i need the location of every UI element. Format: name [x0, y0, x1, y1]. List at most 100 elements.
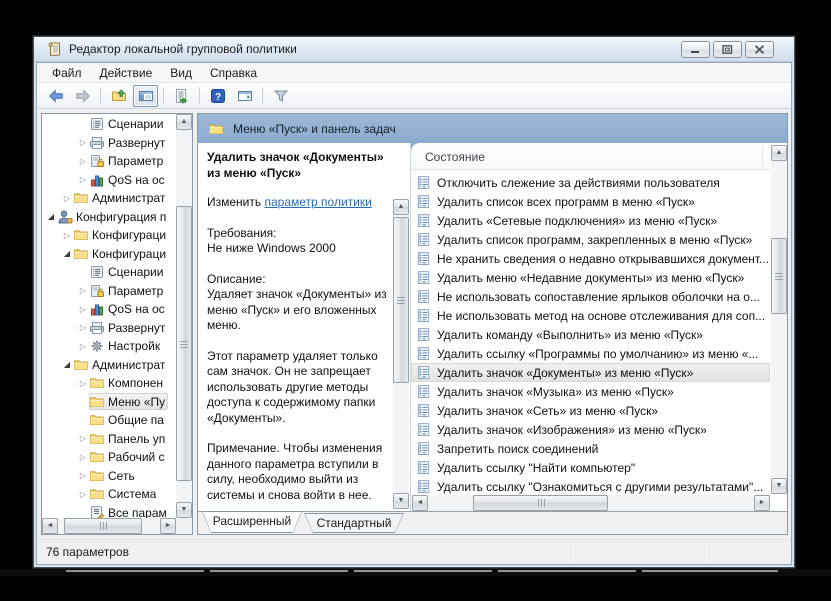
- policy-row[interactable]: Не использовать метод на основе отслежив…: [411, 306, 770, 325]
- scroll-left-icon[interactable]: ◄: [42, 518, 58, 534]
- column-divider[interactable]: [762, 147, 763, 167]
- policy-row[interactable]: Удалить ссылку "Найти компьютер": [411, 458, 770, 477]
- minimize-button[interactable]: [681, 41, 710, 58]
- scroll-up-icon[interactable]: ▲: [771, 145, 787, 161]
- tree-scrollbar-thumb-h[interactable]: [64, 518, 142, 534]
- tree-item[interactable]: Общие па: [42, 411, 176, 430]
- scroll-right-icon[interactable]: ►: [754, 495, 770, 511]
- expander-icon[interactable]: ▷: [77, 175, 89, 184]
- expander-icon[interactable]: ◢: [61, 249, 73, 258]
- expander-icon[interactable]: ▷: [77, 379, 89, 388]
- maximize-button[interactable]: [713, 41, 742, 58]
- policy-row[interactable]: Удалить ссылку "Ознакомиться с другими р…: [411, 477, 770, 496]
- column-header-state[interactable]: Состояние: [411, 145, 770, 170]
- scroll-left-icon[interactable]: ◄: [412, 495, 428, 511]
- policy-row[interactable]: Удалить ссылку «Программы по умолчанию» …: [411, 344, 770, 363]
- up-one-level-button[interactable]: [106, 85, 131, 107]
- expander-icon[interactable]: ▷: [61, 194, 73, 203]
- tab-standard[interactable]: Стандартный: [304, 513, 404, 533]
- scroll-up-icon[interactable]: ▲: [393, 199, 409, 215]
- expander-icon[interactable]: ▷: [77, 471, 89, 480]
- tree-horizontal-scrollbar[interactable]: ◄ ►: [42, 518, 176, 534]
- tree-item[interactable]: ▷ Параметр: [42, 152, 176, 171]
- menu-item[interactable]: Вид: [161, 64, 201, 82]
- show-console-tree-button[interactable]: [133, 84, 158, 107]
- expander-icon[interactable]: ▷: [77, 157, 89, 166]
- menu-item[interactable]: Файл: [43, 64, 91, 82]
- policy-row[interactable]: Отключить слежение за действиями пользов…: [411, 173, 770, 192]
- scroll-down-icon[interactable]: ▼: [176, 502, 192, 518]
- policy-row[interactable]: Удалить меню «Недавние документы» из мен…: [411, 268, 770, 287]
- tree-item[interactable]: ▷ Администрат: [42, 189, 176, 208]
- expander-icon[interactable]: ▷: [61, 231, 73, 240]
- tree-item[interactable]: ▷ Конфигураци: [42, 226, 176, 245]
- tree-item[interactable]: ▷ Настройк: [42, 337, 176, 356]
- policy-row[interactable]: Не хранить сведения о недавно открывавши…: [411, 249, 770, 268]
- filter-button[interactable]: [268, 85, 293, 107]
- export-list-button[interactable]: [169, 85, 194, 107]
- close-button[interactable]: [745, 41, 774, 58]
- list-scrollbar-thumb-h[interactable]: [473, 495, 608, 511]
- policy-row[interactable]: Удалить значок «Документы» из меню «Пуск…: [411, 363, 770, 382]
- policy-row[interactable]: Удалить список программ, закрепленных в …: [411, 230, 770, 249]
- description-vertical-scrollbar[interactable]: ▲ ▼: [393, 199, 409, 509]
- list-horizontal-scrollbar[interactable]: ◄ ►: [412, 495, 770, 511]
- tree-item[interactable]: ▷ Параметр: [42, 282, 176, 301]
- expander-icon[interactable]: ◢: [61, 360, 73, 369]
- expander-icon[interactable]: ▷: [77, 490, 89, 499]
- tree-item-label: Параметр: [108, 154, 164, 169]
- menu-item[interactable]: Действие: [91, 64, 162, 82]
- tree-item[interactable]: ▷ Компонен: [42, 374, 176, 393]
- policy-row[interactable]: Удалить значок «Сеть» из меню «Пуск»: [411, 401, 770, 420]
- tree-item[interactable]: ▷ Панель уп: [42, 430, 176, 449]
- expander-icon[interactable]: ◢: [45, 212, 57, 221]
- expander-icon[interactable]: ▷: [77, 138, 89, 147]
- menu-item[interactable]: Справка: [201, 64, 266, 82]
- list-vertical-scrollbar[interactable]: ▲ ▼: [771, 145, 787, 494]
- forward-button[interactable]: [70, 85, 95, 107]
- policy-row[interactable]: Удалить «Сетевые подключения» из меню «П…: [411, 211, 770, 230]
- title-bar[interactable]: Редактор локальной групповой политики: [34, 37, 794, 62]
- tree-item[interactable]: Все парам: [42, 504, 176, 518]
- expander-icon[interactable]: ▷: [77, 305, 89, 314]
- policy-row[interactable]: Запретить поиск соединений: [411, 439, 770, 458]
- policy-row[interactable]: Удалить значок «Изображения» из меню «Пу…: [411, 420, 770, 439]
- policy-row[interactable]: Удалить значок «Музыка» из меню «Пуск»: [411, 382, 770, 401]
- tree-scrollbar-thumb[interactable]: [176, 206, 192, 481]
- policy-row[interactable]: Не использовать сопоставление ярлыков об…: [411, 287, 770, 306]
- tree-item[interactable]: ◢ Администрат: [42, 356, 176, 375]
- expander-icon[interactable]: ▷: [77, 434, 89, 443]
- expander-icon[interactable]: ▷: [77, 453, 89, 462]
- tree-item[interactable]: ▷ Развернут: [42, 319, 176, 338]
- scroll-right-icon[interactable]: ►: [160, 518, 176, 534]
- expander-icon[interactable]: ▷: [77, 342, 89, 351]
- scroll-down-icon[interactable]: ▼: [771, 478, 787, 494]
- policy-row[interactable]: Удалить команду «Выполнить» из меню «Пус…: [411, 325, 770, 344]
- tree-item[interactable]: Сценарии: [42, 115, 176, 134]
- policy-setting-link[interactable]: параметр политики: [264, 195, 371, 209]
- tree-item[interactable]: ▷ Сеть: [42, 467, 176, 486]
- expander-icon[interactable]: ▷: [77, 286, 89, 295]
- scroll-down-icon[interactable]: ▼: [393, 493, 409, 509]
- tree-item[interactable]: ▷ QoS на ос: [42, 171, 176, 190]
- expander-icon[interactable]: ▷: [77, 323, 89, 332]
- help-button[interactable]: ?: [205, 85, 230, 107]
- tree-item[interactable]: ▷ Развернут: [42, 134, 176, 153]
- tree-item[interactable]: ◢ Конфигураци: [42, 245, 176, 264]
- tree-vertical-scrollbar[interactable]: ▲ ▼: [176, 114, 192, 518]
- tree-item[interactable]: ◢ Конфигурация п: [42, 208, 176, 227]
- back-button[interactable]: [43, 85, 68, 107]
- tree-item[interactable]: ▷ Система: [42, 485, 176, 504]
- list-scrollbar-thumb[interactable]: [771, 238, 787, 314]
- description-scrollbar-thumb[interactable]: [393, 217, 409, 383]
- policy-row[interactable]: Удалить список всех программ в меню «Пус…: [411, 192, 770, 211]
- tab-extended[interactable]: Расширенный: [202, 511, 302, 533]
- action-pane-icon: [237, 88, 253, 104]
- tree-item[interactable]: Меню «Пу: [42, 393, 176, 412]
- window-controls: [681, 41, 774, 58]
- tree-item[interactable]: ▷ QoS на ос: [42, 300, 176, 319]
- show-action-pane-button[interactable]: [232, 85, 257, 107]
- scroll-up-icon[interactable]: ▲: [176, 114, 192, 130]
- tree-item[interactable]: ▷ Рабочий с: [42, 448, 176, 467]
- tree-item[interactable]: Сценарии: [42, 263, 176, 282]
